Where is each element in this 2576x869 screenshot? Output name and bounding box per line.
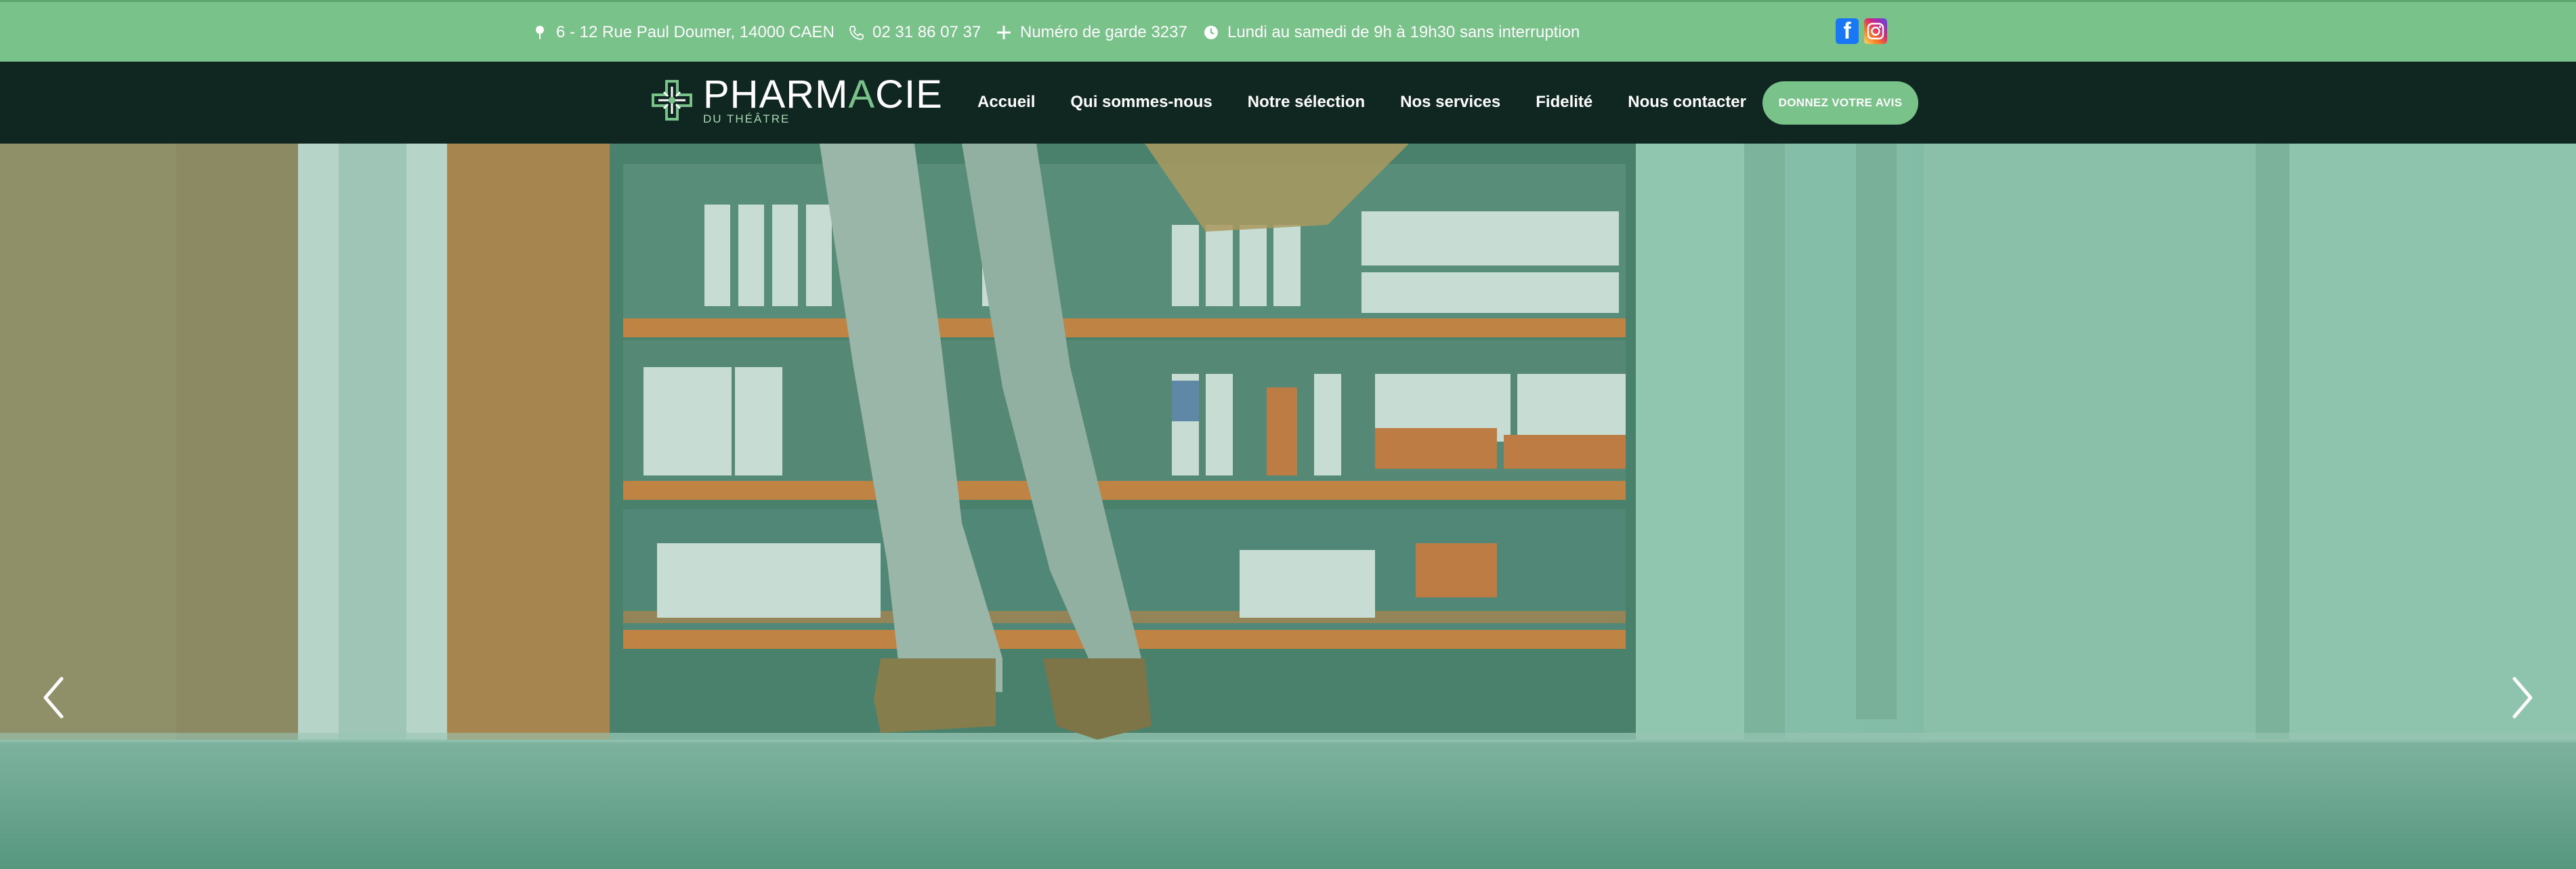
hero-slider xyxy=(0,144,2576,869)
nav-item-fidelite[interactable]: Fidelité xyxy=(1536,93,1592,112)
garde-text: Numéro de garde 3237 xyxy=(1020,23,1187,41)
review-cta-button[interactable]: DONNEZ VOTRE AVIS xyxy=(1762,81,1918,125)
hero-image xyxy=(0,144,2576,869)
garde-info: Numéro de garde 3237 xyxy=(996,21,1187,44)
map-pin-icon xyxy=(532,24,548,41)
address-text: 6 - 12 Rue Paul Doumer, 14000 CAEN xyxy=(556,23,835,41)
chevron-right-icon xyxy=(2512,676,2535,723)
nav-item-nos-services[interactable]: Nos services xyxy=(1400,93,1500,112)
nav-item-nous-contacter[interactable]: Nous contacter xyxy=(1628,93,1746,112)
phone-text[interactable]: 02 31 86 07 37 xyxy=(872,23,981,42)
instagram-icon[interactable] xyxy=(1864,18,1887,44)
nav-item-notre-selection[interactable]: Notre sélection xyxy=(1248,93,1365,112)
brand-logo[interactable]: PHARMACIE DU THÉÂTRE xyxy=(650,72,943,126)
nav-item-accueil[interactable]: Accueil xyxy=(977,93,1035,112)
clock-icon xyxy=(1203,24,1219,41)
plus-icon xyxy=(996,24,1012,41)
brand-text: PHARMACIE DU THÉÂTRE xyxy=(703,72,943,126)
hours-text: Lundi au samedi de 9h à 19h30 sans inter… xyxy=(1227,23,1580,41)
brand-subtitle: DU THÉÂTRE xyxy=(703,112,790,125)
slider-prev-button[interactable] xyxy=(33,665,73,733)
top-info-bar: 6 - 12 Rue Paul Doumer, 14000 CAEN 02 31… xyxy=(0,0,2576,62)
hours-info: Lundi au samedi de 9h à 19h30 sans inter… xyxy=(1203,21,1580,44)
slider-next-button[interactable] xyxy=(2503,665,2543,733)
chevron-left-icon xyxy=(41,676,64,723)
pharmacy-cross-icon xyxy=(650,79,694,125)
phone-icon xyxy=(848,24,864,41)
main-navbar: PHARMACIE DU THÉÂTRE Accueil Qui sommes-… xyxy=(0,62,2576,144)
phone-info[interactable]: 02 31 86 07 37 xyxy=(848,21,981,44)
address-info: 6 - 12 Rue Paul Doumer, 14000 CAEN xyxy=(532,21,835,44)
nav-item-qui-sommes-nous[interactable]: Qui sommes-nous xyxy=(1070,93,1212,112)
facebook-icon[interactable]: f xyxy=(1836,18,1859,44)
main-nav: Accueil Qui sommes-nous Notre sélection … xyxy=(977,89,1781,116)
brand-name: PHARMACIE xyxy=(703,72,943,116)
